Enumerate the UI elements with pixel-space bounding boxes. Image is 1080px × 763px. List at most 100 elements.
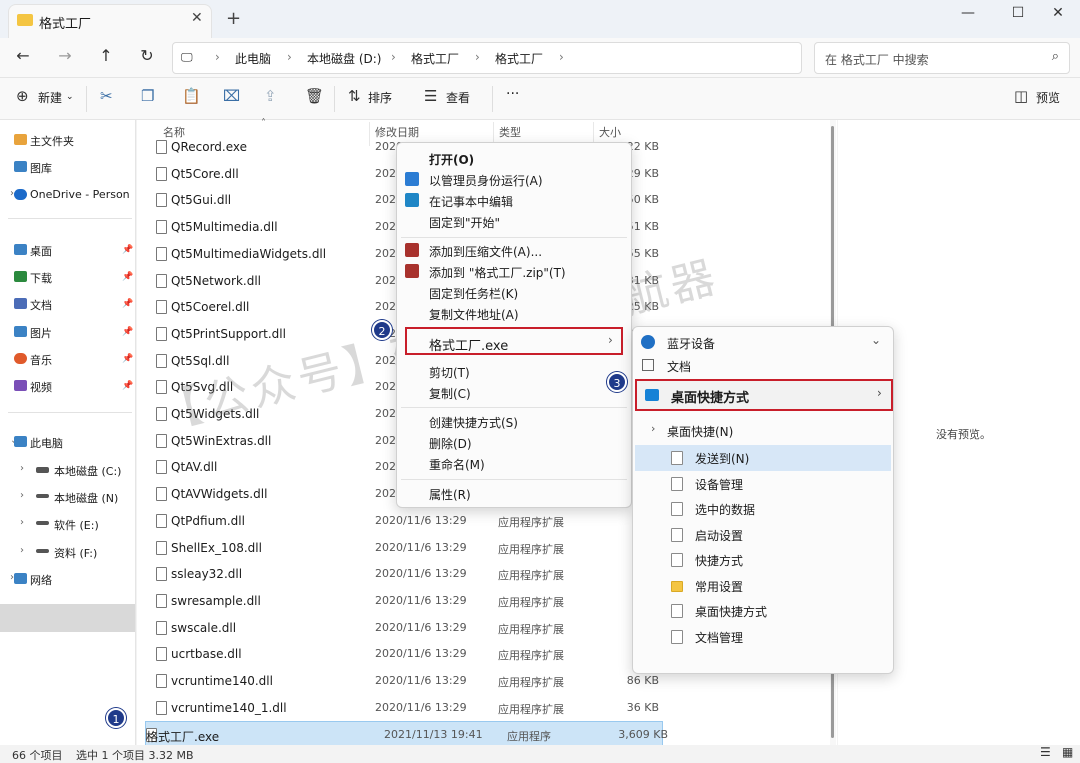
chevron-right-icon[interactable]: › bbox=[20, 490, 24, 501]
submenu-list-item[interactable]: 快捷方式 bbox=[635, 547, 891, 573]
submenu-list-label: 启动设置 bbox=[695, 528, 744, 543]
menu-item-pin-start[interactable]: 固定到"开始" bbox=[429, 214, 500, 231]
nav-item-downloads[interactable]: 下载 bbox=[30, 270, 52, 286]
breadcrumb-drive[interactable]: 本地磁盘 (D:) bbox=[307, 50, 381, 67]
menu-item-copy-path[interactable]: 复制文件地址(A) bbox=[429, 306, 519, 323]
up-button[interactable]: ↑ bbox=[93, 46, 119, 65]
submenu-list-item[interactable]: 桌面快捷方式 bbox=[635, 598, 891, 624]
file-type: 应用程序扩展 bbox=[498, 702, 564, 716]
file-name: Qt5Network.dll bbox=[171, 273, 261, 288]
menu-item-rename[interactable]: 重命名(M) bbox=[429, 456, 485, 473]
menu-item-pin-taskbar[interactable]: 固定到任务栏(K) bbox=[429, 285, 518, 302]
nav-item-this-pc[interactable]: 此电脑 bbox=[30, 435, 63, 451]
submenu-item-documents[interactable]: 文档 bbox=[667, 358, 691, 375]
maximize-button[interactable]: ☐ bbox=[998, 5, 1038, 21]
menu-item-submenu[interactable]: 格式工厂.exe › bbox=[405, 327, 623, 355]
submenu-item-desktop-shortcut[interactable]: 桌面快捷方式 › bbox=[635, 379, 893, 411]
file-icon bbox=[671, 604, 683, 618]
search-icon[interactable]: ⌕ bbox=[1052, 49, 1059, 64]
file-icon bbox=[156, 166, 167, 181]
drive-icon bbox=[36, 521, 49, 525]
submenu-group-label[interactable]: 桌面快捷(N) bbox=[667, 423, 733, 440]
file-type: 应用程序扩展 bbox=[498, 676, 564, 689]
menu-item-run-as-admin[interactable]: 以管理员身份运行(A) bbox=[429, 172, 543, 189]
chevron-right-icon[interactable]: › bbox=[20, 545, 24, 556]
menu-item-cut[interactable]: 剪切(T) bbox=[429, 364, 470, 381]
menu-item-properties[interactable]: 属性(R) bbox=[429, 486, 471, 503]
nav-item-music[interactable]: 音乐 bbox=[30, 352, 52, 368]
sort-button[interactable]: 排序 bbox=[368, 89, 392, 106]
preview-button[interactable]: 预览 bbox=[1036, 89, 1060, 106]
rename-icon[interactable]: ⌧ bbox=[223, 87, 240, 105]
nav-item-network[interactable]: 网络 bbox=[30, 572, 52, 588]
submenu-item-bluetooth[interactable]: 蓝牙设备 bbox=[667, 335, 715, 352]
search-input[interactable]: 在 格式工厂 中搜索 bbox=[825, 51, 929, 68]
cut-icon[interactable]: ✂ bbox=[100, 87, 113, 105]
submenu-list-item[interactable]: 启动设置 bbox=[635, 522, 891, 548]
nav-item-desktop[interactable]: 桌面 bbox=[30, 243, 52, 259]
notepad-icon bbox=[405, 193, 419, 207]
menu-item-copy[interactable]: 复制(C) bbox=[429, 385, 471, 402]
view-button[interactable]: 查看 bbox=[446, 89, 470, 106]
chevron-right-icon[interactable]: › bbox=[651, 422, 655, 435]
chevron-right-icon: › bbox=[877, 386, 882, 400]
copy-icon[interactable]: ❐ bbox=[141, 87, 154, 105]
breadcrumb-pc[interactable]: 此电脑 bbox=[235, 50, 271, 67]
chevron-right-icon: › bbox=[608, 333, 613, 347]
nav-item-drive-e[interactable]: 软件 (E:) bbox=[54, 517, 99, 533]
share-icon[interactable]: ⇪ bbox=[264, 87, 277, 105]
nav-item-documents[interactable]: 文档 bbox=[30, 297, 52, 313]
nav-item-drive-c[interactable]: 本地磁盘 (C:) bbox=[54, 463, 121, 479]
menu-item-add-zip[interactable]: 添加到 "格式工厂.zip"(T) bbox=[429, 264, 566, 281]
nav-item-drive-f[interactable]: 资料 (F:) bbox=[54, 545, 97, 561]
table-row[interactable]: vcruntime140_1.dll 2020/11/6 13:29 应用程序扩展 3… bbox=[137, 695, 837, 722]
delete-icon[interactable]: 🗑 bbox=[305, 87, 324, 105]
breadcrumb-folder2[interactable]: 格式工厂 bbox=[495, 50, 543, 67]
nav-item-gallery[interactable]: 图库 bbox=[30, 160, 52, 176]
submenu-list-item[interactable]: 常用设置 bbox=[635, 573, 891, 599]
details-view-icon[interactable]: ☰ bbox=[1040, 745, 1051, 759]
submenu-list-item[interactable]: 发送到(N) bbox=[635, 445, 891, 471]
breadcrumb-folder1[interactable]: 格式工厂 bbox=[411, 50, 459, 67]
nav-item-drive-n[interactable]: 本地磁盘 (N) bbox=[54, 490, 118, 506]
back-button[interactable]: ← bbox=[10, 46, 36, 65]
new-button[interactable]: 新建 bbox=[38, 89, 62, 106]
download-icon bbox=[14, 271, 27, 282]
breadcrumb[interactable]: 🖵 › 此电脑 › 本地磁盘 (D:) › 格式工厂 › 格式工厂 › bbox=[172, 42, 802, 74]
file-icon bbox=[156, 326, 167, 341]
nav-divider bbox=[8, 218, 132, 219]
file-name: QtPdfium.dll bbox=[171, 513, 245, 528]
breadcrumb-sep: › bbox=[287, 50, 292, 64]
forward-button[interactable]: → bbox=[52, 46, 78, 65]
chevron-right-icon[interactable]: › bbox=[20, 517, 24, 528]
more-button[interactable]: ··· bbox=[506, 86, 519, 102]
file-icon bbox=[671, 527, 683, 542]
nav-item-pictures[interactable]: 图片 bbox=[30, 325, 52, 341]
menu-item-create-shortcut[interactable]: 创建快捷方式(S) bbox=[429, 414, 518, 431]
nav-item-onedrive[interactable]: OneDrive - Person bbox=[30, 188, 134, 201]
nav-item-videos[interactable]: 视频 bbox=[30, 379, 52, 395]
chevron-right-icon[interactable]: › bbox=[20, 463, 24, 474]
bluetooth-icon bbox=[641, 335, 655, 349]
context-menu: 打开(O) 以管理员身份运行(A) 在记事本中编辑 固定到"开始" 添加到压缩文… bbox=[396, 142, 632, 508]
menu-item-open[interactable]: 打开(O) bbox=[429, 151, 474, 168]
file-date: 2020/11/6 13:29 bbox=[375, 513, 467, 527]
submenu-list-item[interactable]: 文档管理 bbox=[635, 624, 891, 650]
new-tab-button[interactable]: + bbox=[226, 8, 241, 29]
search-box[interactable]: 在 格式工厂 中搜索 ⌕ bbox=[814, 42, 1070, 74]
menu-item-add-archive[interactable]: 添加到压缩文件(A)... bbox=[429, 243, 542, 260]
submenu-list-item[interactable]: 设备管理 bbox=[635, 471, 891, 497]
close-window-button[interactable]: ✕ bbox=[1038, 5, 1078, 21]
minimize-button[interactable]: — bbox=[948, 5, 988, 21]
paste-icon[interactable]: 📋 bbox=[182, 87, 201, 105]
menu-item-delete[interactable]: 删除(D) bbox=[429, 435, 472, 452]
menu-item-edit-notepad[interactable]: 在记事本中编辑 bbox=[429, 193, 513, 210]
refresh-button[interactable]: ↻ bbox=[134, 46, 160, 65]
file-type: 应用程序扩展 bbox=[498, 569, 564, 583]
tab[interactable]: 格式工厂 ✕ bbox=[8, 4, 212, 38]
close-tab-icon[interactable]: ✕ bbox=[191, 10, 203, 26]
tiles-view-icon[interactable]: ▦ bbox=[1062, 745, 1073, 759]
submenu-list-label: 文档管理 bbox=[695, 630, 744, 645]
nav-item-home[interactable]: 主文件夹 bbox=[30, 133, 74, 149]
submenu-list-item[interactable]: 选中的数据 bbox=[635, 496, 891, 522]
